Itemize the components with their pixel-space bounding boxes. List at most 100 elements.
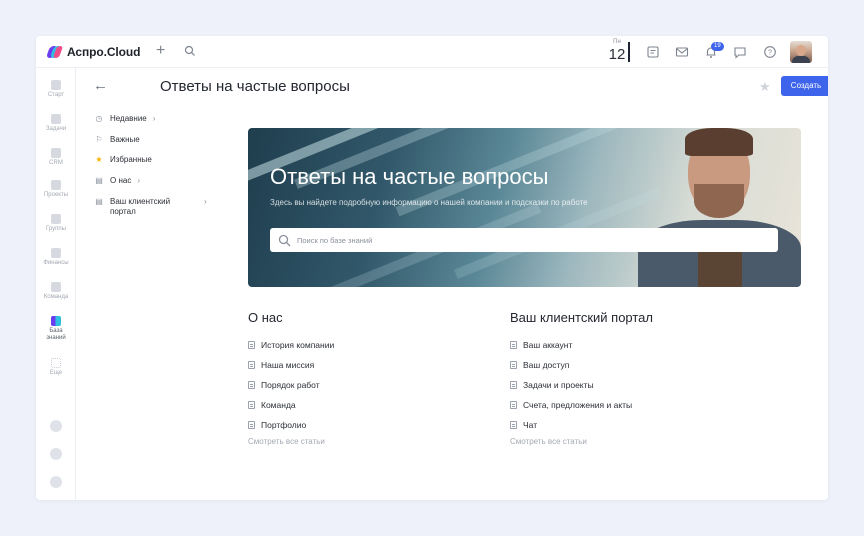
- clock-icon: ◷: [95, 114, 103, 123]
- more-icon: [51, 358, 61, 368]
- rail-label: CRM: [49, 160, 63, 166]
- logo-icon: [45, 45, 64, 58]
- top-bar: Аспро.Cloud + Пн 12 19 ?: [36, 36, 828, 68]
- article-link[interactable]: Ваш аккаунт: [510, 335, 750, 355]
- rail-label: Задачи: [45, 126, 67, 132]
- user-avatar[interactable]: [790, 41, 812, 63]
- rail-item-knowledge-base[interactable]: База знаний: [36, 316, 76, 342]
- section-title: Ваш клиентский портал: [510, 310, 653, 325]
- notes-icon[interactable]: [646, 45, 660, 59]
- section-title: О нас: [248, 310, 283, 325]
- tasks-icon: [51, 114, 61, 124]
- rail-label: Проекты: [43, 192, 69, 198]
- chevron-right-icon[interactable]: ›: [137, 176, 140, 186]
- rail-item-finance[interactable]: Финансы: [36, 248, 76, 267]
- article-link[interactable]: Чат: [510, 415, 750, 435]
- document-icon: [248, 401, 255, 409]
- article-link[interactable]: Счета, предложения и акты: [510, 395, 750, 415]
- home-icon: [51, 80, 61, 90]
- article-link[interactable]: Задачи и проекты: [510, 375, 750, 395]
- projects-icon: [51, 180, 61, 190]
- article-title[interactable]: Команда: [261, 400, 296, 410]
- tree-item-label: Важные: [110, 135, 140, 144]
- article-title[interactable]: Чат: [523, 420, 537, 430]
- chevron-right-icon[interactable]: ›: [204, 197, 207, 207]
- flag-icon: ⚐: [95, 135, 103, 144]
- back-arrow-icon[interactable]: ←: [93, 77, 108, 94]
- plus-icon[interactable]: +: [156, 42, 165, 60]
- left-rail: Старт Задачи CRM Проекты Группы Финансы …: [36, 68, 76, 500]
- article-link[interactable]: Ваш доступ: [510, 355, 750, 375]
- see-all-link[interactable]: Смотреть все статьи: [510, 437, 750, 449]
- crm-icon: [51, 148, 61, 158]
- article-link[interactable]: Наша миссия: [248, 355, 488, 375]
- knowledge-base-icon: [51, 316, 61, 326]
- article-title[interactable]: Ваш доступ: [523, 360, 569, 370]
- help-icon[interactable]: ?: [763, 45, 777, 59]
- document-icon: [248, 341, 255, 349]
- rail-label: База знаний: [46, 328, 66, 341]
- rail-label: Команда: [43, 294, 69, 300]
- finance-icon: [51, 248, 61, 258]
- rail-bottom-icon[interactable]: [50, 476, 62, 488]
- document-icon: [510, 421, 517, 429]
- document-icon: [510, 401, 517, 409]
- document-icon: [248, 381, 255, 389]
- article-title[interactable]: Портфолио: [261, 420, 306, 430]
- rail-label: Старт: [47, 92, 65, 98]
- hero-title: Ответы на частые вопросы: [270, 164, 549, 189]
- create-button[interactable]: Создать: [781, 76, 828, 96]
- tree-item-client-portal[interactable]: ▤ Ваш клиентский портал ›: [94, 197, 214, 217]
- rail-item-start[interactable]: Старт: [36, 80, 76, 99]
- app-logo[interactable]: Аспро.Cloud: [45, 44, 141, 59]
- date-day: 12: [608, 46, 626, 63]
- favorite-star-icon[interactable]: ★: [759, 79, 771, 95]
- tree-item-favorites[interactable]: ★ Избранные: [94, 155, 152, 165]
- date-widget[interactable]: Пн 12: [604, 38, 630, 63]
- rail-label: Еще: [49, 370, 63, 376]
- tree-item-label: Избранные: [110, 155, 152, 164]
- article-link[interactable]: Команда: [248, 395, 488, 415]
- rail-item-crm[interactable]: CRM: [36, 148, 76, 167]
- team-icon: [51, 282, 61, 292]
- chevron-right-icon[interactable]: ›: [153, 114, 156, 124]
- page-title: Ответы на частые вопросы: [160, 78, 350, 95]
- chat-icon[interactable]: [733, 45, 747, 59]
- article-title[interactable]: Счета, предложения и акты: [523, 400, 632, 410]
- article-title[interactable]: История компании: [261, 340, 334, 350]
- article-link[interactable]: Портфолио: [248, 415, 488, 435]
- article-title[interactable]: Порядок работ: [261, 380, 320, 390]
- brand-name: Аспро.Cloud: [67, 44, 141, 59]
- tree-item-important[interactable]: ⚐ Важные: [94, 135, 140, 145]
- tree-item-label: Ваш клиентский портал: [110, 197, 171, 216]
- see-all-link[interactable]: Смотреть все статьи: [248, 437, 488, 449]
- rail-item-projects[interactable]: Проекты: [36, 180, 76, 199]
- hero-person-image: [628, 128, 801, 287]
- star-icon: ★: [95, 155, 103, 164]
- article-title[interactable]: Наша миссия: [261, 360, 314, 370]
- article-link[interactable]: История компании: [248, 335, 488, 355]
- rail-label: Финансы: [43, 260, 69, 266]
- article-title[interactable]: Ваш аккаунт: [523, 340, 572, 350]
- knowledge-tree: ◷ Недавние › ⚐ Важные ★ Избранные ▤ О на…: [76, 106, 221, 500]
- search-icon[interactable]: [184, 45, 196, 57]
- rail-item-more[interactable]: Еще: [36, 358, 76, 377]
- rail-label: Группы: [46, 226, 66, 232]
- search-icon: [278, 234, 291, 246]
- rail-bottom-icon[interactable]: [50, 448, 62, 460]
- tree-item-label: Недавние: [110, 114, 147, 123]
- document-icon: [510, 341, 517, 349]
- article-title[interactable]: Задачи и проекты: [523, 380, 594, 390]
- knowledge-search-input[interactable]: [297, 235, 757, 245]
- tree-item-recent[interactable]: ◷ Недавние ›: [94, 114, 156, 124]
- rail-item-tasks[interactable]: Задачи: [36, 114, 76, 133]
- hero-banner: Ответы на частые вопросы Здесь вы найдет…: [248, 128, 801, 287]
- rail-item-groups[interactable]: Группы: [36, 214, 76, 233]
- knowledge-search[interactable]: [270, 228, 778, 252]
- document-icon: ▤: [95, 176, 103, 185]
- rail-bottom-icon[interactable]: [50, 420, 62, 432]
- tree-item-about[interactable]: ▤ О нас ›: [94, 176, 140, 186]
- rail-item-team[interactable]: Команда: [36, 282, 76, 301]
- mail-icon[interactable]: [675, 45, 689, 59]
- article-link[interactable]: Порядок работ: [248, 375, 488, 395]
